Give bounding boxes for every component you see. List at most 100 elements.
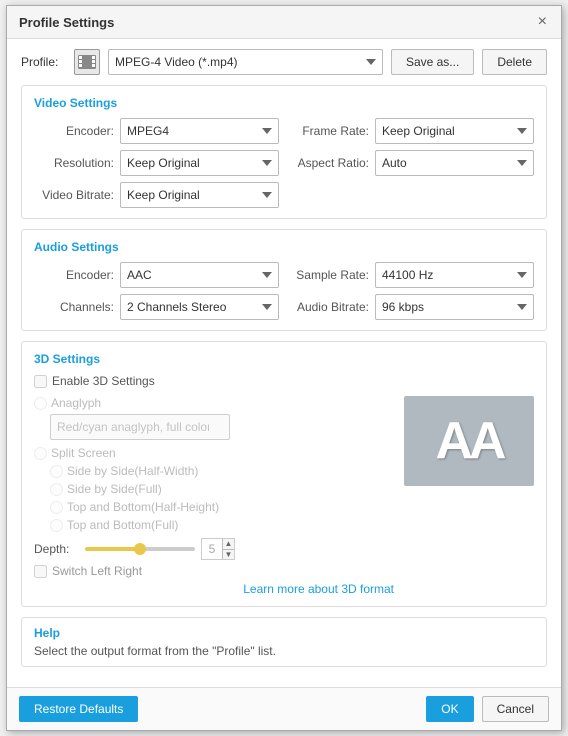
learn-more-link[interactable]: Learn more about 3D format bbox=[34, 582, 394, 596]
anaglyph-type-select[interactable]: Red/cyan anaglyph, full color bbox=[50, 414, 230, 440]
encoder-select[interactable]: MPEG4 bbox=[120, 118, 279, 144]
dialog-footer: Restore Defaults OK Cancel bbox=[7, 687, 561, 730]
aa-preview-container: AA bbox=[404, 396, 534, 596]
frame-rate-field: Frame Rate: Keep Original bbox=[289, 118, 534, 144]
top-bottom-half-option: Top and Bottom(Half-Height) bbox=[50, 500, 394, 514]
anaglyph-radio[interactable] bbox=[34, 397, 47, 410]
video-settings-title: Video Settings bbox=[34, 96, 534, 110]
audio-bitrate-label: Audio Bitrate: bbox=[289, 300, 369, 314]
video-bitrate-value-wrap: Keep Original bbox=[120, 182, 279, 208]
depth-label: Depth: bbox=[34, 542, 79, 556]
audio-encoder-field: Encoder: AAC bbox=[34, 262, 279, 288]
delete-button[interactable]: Delete bbox=[482, 49, 547, 75]
video-bitrate-select[interactable]: Keep Original bbox=[120, 182, 279, 208]
split-screen-sub: Side by Side(Half-Width) Side by Side(Fu… bbox=[50, 464, 394, 532]
split-screen-radio[interactable] bbox=[34, 447, 47, 460]
encoder-value-wrap: MPEG4 bbox=[120, 118, 279, 144]
title-bar: Profile Settings × bbox=[7, 6, 561, 39]
threed-left: Anaglyph Red/cyan anaglyph, full color S… bbox=[34, 396, 394, 596]
cancel-button[interactable]: Cancel bbox=[482, 696, 549, 722]
channels-select[interactable]: 2 Channels Stereo bbox=[120, 294, 279, 320]
switch-left-right-row: Switch Left Right bbox=[34, 564, 394, 578]
audio-bitrate-select[interactable]: 96 kbps bbox=[375, 294, 534, 320]
top-bottom-half-label: Top and Bottom(Half-Height) bbox=[67, 500, 219, 514]
audio-encoder-select[interactable]: AAC bbox=[120, 262, 279, 288]
save-as-button[interactable]: Save as... bbox=[391, 49, 474, 75]
help-text: Select the output format from the "Profi… bbox=[34, 644, 534, 658]
video-bitrate-field: Video Bitrate: Keep Original bbox=[34, 182, 279, 208]
dialog-body: Profile: MPEG-4 Video (*.mp4) Save as... bbox=[7, 39, 561, 687]
sample-rate-field: Sample Rate: 44100 Hz bbox=[289, 262, 534, 288]
resolution-field: Resolution: Keep Original bbox=[34, 150, 279, 176]
video-bitrate-label: Video Bitrate: bbox=[34, 188, 114, 202]
sample-rate-label: Sample Rate: bbox=[289, 268, 369, 282]
frame-rate-value-wrap: Keep Original bbox=[375, 118, 534, 144]
anaglyph-select-wrap: Red/cyan anaglyph, full color bbox=[50, 414, 394, 440]
depth-up-arrow[interactable]: ▲ bbox=[223, 539, 234, 550]
profile-label: Profile: bbox=[21, 55, 66, 69]
profile-select[interactable]: MPEG-4 Video (*.mp4) bbox=[108, 49, 383, 75]
dialog-title: Profile Settings bbox=[19, 15, 114, 30]
sample-rate-value-wrap: 44100 Hz bbox=[375, 262, 534, 288]
depth-value: 5 bbox=[202, 539, 222, 559]
side-by-side-full-radio[interactable] bbox=[50, 483, 63, 496]
close-button[interactable]: × bbox=[536, 14, 549, 30]
depth-slider[interactable] bbox=[85, 547, 195, 551]
resolution-value-wrap: Keep Original bbox=[120, 150, 279, 176]
restore-defaults-button[interactable]: Restore Defaults bbox=[19, 696, 138, 722]
top-bottom-full-label: Top and Bottom(Full) bbox=[67, 518, 178, 532]
video-settings-section: Video Settings Encoder: MPEG4 Frame Rate… bbox=[21, 85, 547, 219]
enable-3d-label: Enable 3D Settings bbox=[52, 374, 155, 388]
audio-bitrate-field: Audio Bitrate: 96 kbps bbox=[289, 294, 534, 320]
frame-rate-select[interactable]: Keep Original bbox=[375, 118, 534, 144]
side-by-side-half-option: Side by Side(Half-Width) bbox=[50, 464, 394, 478]
profile-select-wrap: MPEG-4 Video (*.mp4) bbox=[108, 49, 383, 75]
audio-bitrate-value-wrap: 96 kbps bbox=[375, 294, 534, 320]
switch-left-right-label: Switch Left Right bbox=[52, 564, 142, 578]
top-bottom-full-option: Top and Bottom(Full) bbox=[50, 518, 394, 532]
threed-settings-title: 3D Settings bbox=[34, 352, 534, 366]
side-by-side-full-label: Side by Side(Full) bbox=[67, 482, 162, 496]
profile-row: Profile: MPEG-4 Video (*.mp4) Save as... bbox=[21, 49, 547, 75]
help-section: Help Select the output format from the "… bbox=[21, 617, 547, 667]
enable-3d-checkbox[interactable] bbox=[34, 375, 47, 388]
side-by-side-half-radio[interactable] bbox=[50, 465, 63, 478]
switch-left-right-checkbox[interactable] bbox=[34, 565, 47, 578]
resolution-label: Resolution: bbox=[34, 156, 114, 170]
sample-rate-select[interactable]: 44100 Hz bbox=[375, 262, 534, 288]
depth-down-arrow[interactable]: ▼ bbox=[223, 550, 234, 560]
depth-spinbox: 5 ▲ ▼ bbox=[201, 538, 235, 560]
anaglyph-label: Anaglyph bbox=[51, 396, 101, 410]
audio-settings-section: Audio Settings Encoder: AAC Sample Rate:… bbox=[21, 229, 547, 331]
resolution-select[interactable]: Keep Original bbox=[120, 150, 279, 176]
channels-field: Channels: 2 Channels Stereo bbox=[34, 294, 279, 320]
threed-content: Anaglyph Red/cyan anaglyph, full color S… bbox=[34, 396, 534, 596]
spinbox-arrows: ▲ ▼ bbox=[222, 539, 234, 559]
aspect-ratio-label: Aspect Ratio: bbox=[289, 156, 369, 170]
side-by-side-half-label: Side by Side(Half-Width) bbox=[67, 464, 198, 478]
encoder-field: Encoder: MPEG4 bbox=[34, 118, 279, 144]
audio-encoder-value-wrap: AAC bbox=[120, 262, 279, 288]
audio-encoder-label: Encoder: bbox=[34, 268, 114, 282]
audio-settings-grid: Encoder: AAC Sample Rate: 44100 Hz bbox=[34, 262, 534, 320]
film-icon bbox=[78, 55, 96, 69]
top-bottom-half-radio[interactable] bbox=[50, 501, 63, 514]
top-bottom-full-radio[interactable] bbox=[50, 519, 63, 532]
threed-settings-section: 3D Settings Enable 3D Settings Anaglyph … bbox=[21, 341, 547, 607]
frame-rate-label: Frame Rate: bbox=[289, 124, 369, 138]
aspect-ratio-value-wrap: Auto bbox=[375, 150, 534, 176]
profile-settings-dialog: Profile Settings × Profile: MPEG-4 Vid bbox=[6, 5, 562, 731]
help-title: Help bbox=[34, 626, 534, 640]
aa-preview: AA bbox=[404, 396, 534, 486]
aa-preview-text: AA bbox=[435, 411, 502, 471]
footer-right: OK Cancel bbox=[426, 696, 549, 722]
aspect-ratio-select[interactable]: Auto bbox=[375, 150, 534, 176]
encoder-label: Encoder: bbox=[34, 124, 114, 138]
channels-value-wrap: 2 Channels Stereo bbox=[120, 294, 279, 320]
ok-button[interactable]: OK bbox=[426, 696, 473, 722]
enable-3d-row: Enable 3D Settings bbox=[34, 374, 534, 388]
profile-icon bbox=[74, 49, 100, 75]
video-settings-grid: Encoder: MPEG4 Frame Rate: Keep Original bbox=[34, 118, 534, 208]
audio-settings-title: Audio Settings bbox=[34, 240, 534, 254]
split-screen-label: Split Screen bbox=[51, 446, 116, 460]
